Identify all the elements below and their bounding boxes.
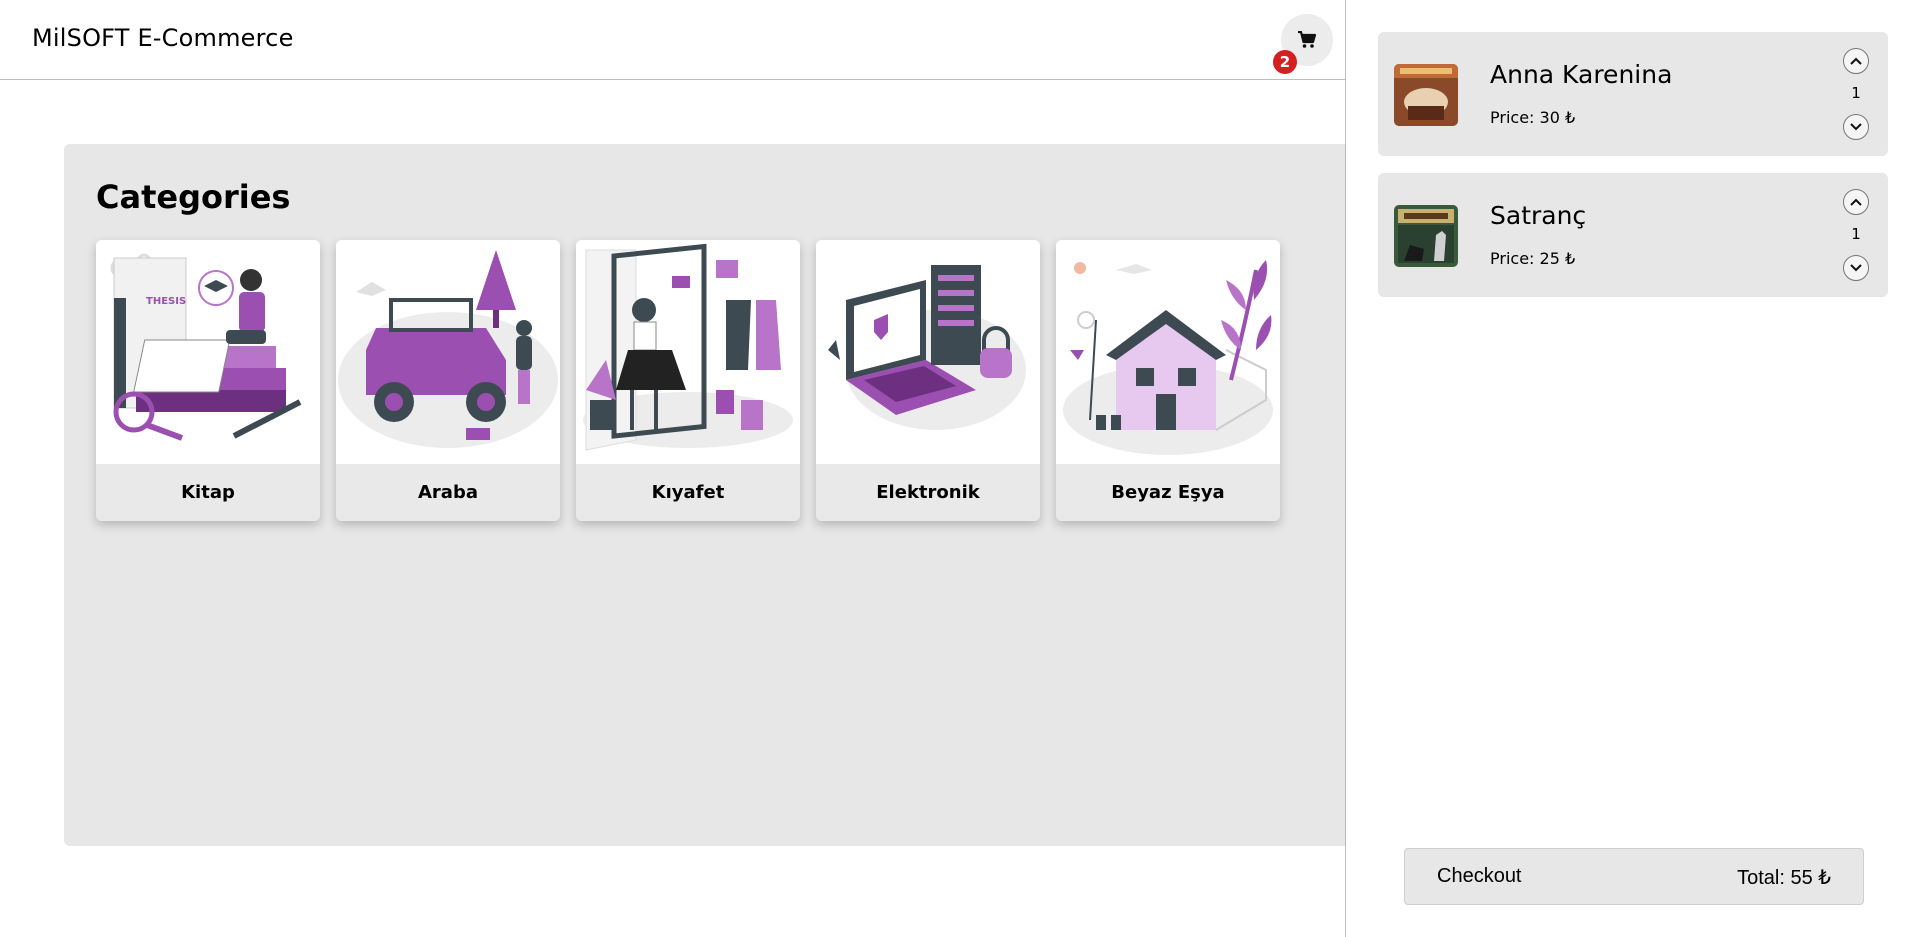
category-card-elektronik[interactable]: Elektronik [816, 240, 1040, 521]
categories-panel: Categories THESIS Kitap Araba Kıyafet El… [64, 144, 1345, 846]
chevron-up-icon [1850, 198, 1862, 206]
decrease-quantity-button[interactable] [1843, 255, 1869, 281]
cart-count-badge: 2 [1273, 50, 1297, 74]
svg-text:THESIS: THESIS [146, 296, 186, 307]
cart-total: Total: 55 ₺ [1737, 867, 1831, 889]
category-card-beyaz-esya[interactable]: Beyaz Eşya [1056, 240, 1280, 521]
clothing-illustration [576, 240, 800, 464]
category-label: Elektronik [816, 464, 1040, 521]
books-illustration: THESIS [96, 240, 320, 464]
jeep-illustration [336, 240, 560, 464]
brand-title: MilSOFT E-Commerce [32, 24, 294, 52]
category-label: Kıyafet [576, 464, 800, 521]
cart-item-quantity: 1 [1851, 225, 1861, 243]
category-label: Beyaz Eşya [1056, 464, 1280, 521]
category-label: Araba [336, 464, 560, 521]
cart-item: Satranç Price: 25 ₺ 1 [1378, 173, 1888, 297]
page: MilSOFT E-Commerce 2 Categories THESIS K… [0, 0, 1920, 937]
chevron-down-icon [1850, 123, 1862, 131]
increase-quantity-button[interactable] [1843, 48, 1869, 74]
checkout-button[interactable]: Checkout Total: 55 ₺ [1404, 848, 1864, 905]
cart-item: Anna Karenina Price: 30 ₺ 1 [1378, 32, 1888, 156]
category-card-kiyafet[interactable]: Kıyafet [576, 240, 800, 521]
cart-item-quantity: 1 [1851, 84, 1861, 102]
category-card-araba[interactable]: Araba [336, 240, 560, 521]
increase-quantity-button[interactable] [1843, 189, 1869, 215]
category-label: Kitap [96, 464, 320, 521]
checkout-label: Checkout [1437, 865, 1522, 887]
chevron-up-icon [1850, 57, 1862, 65]
cart-item-price: Price: 30 ₺ [1490, 108, 1576, 127]
house-illustration [1056, 240, 1280, 464]
product-thumbnail [1394, 205, 1458, 267]
chevron-down-icon [1850, 264, 1862, 272]
cart-icon [1298, 31, 1317, 48]
laptop-illustration [816, 240, 1040, 464]
decrease-quantity-button[interactable] [1843, 114, 1869, 140]
sidebar-divider [1345, 0, 1346, 937]
cart-item-name: Anna Karenina [1490, 60, 1673, 89]
categories-title: Categories [96, 178, 291, 216]
category-card-kitap[interactable]: THESIS Kitap [96, 240, 320, 521]
cart-item-price: Price: 25 ₺ [1490, 249, 1576, 268]
cart-item-name: Satranç [1490, 201, 1587, 230]
product-thumbnail [1394, 64, 1458, 126]
header: MilSOFT E-Commerce 2 [0, 0, 1345, 80]
